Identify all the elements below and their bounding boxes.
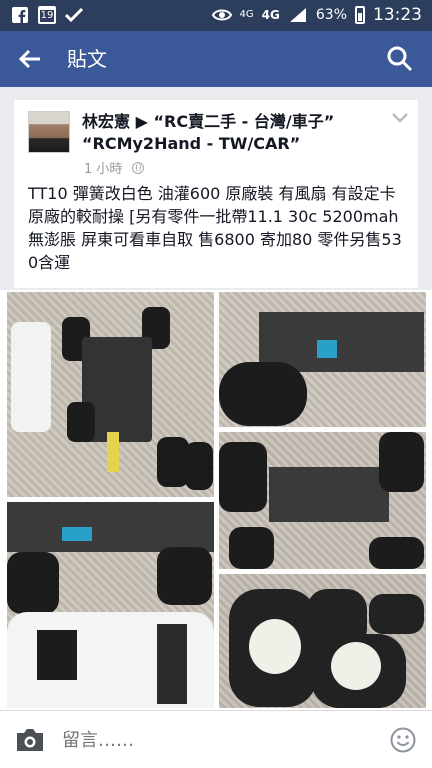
battery-icon: [355, 6, 365, 24]
globe-icon: [132, 161, 145, 174]
photo-1[interactable]: [7, 292, 214, 497]
search-icon[interactable]: [386, 45, 414, 73]
motor-shape: [317, 340, 337, 358]
comment-bar: [0, 710, 432, 768]
network-type-2: 4G: [261, 8, 280, 22]
status-bar: 19 4G 4G 63% 13:23: [0, 0, 432, 31]
back-arrow-icon[interactable]: [16, 45, 44, 73]
photo-2[interactable]: [219, 292, 426, 427]
photo-grid: [0, 290, 432, 710]
chassis-shape: [7, 502, 214, 552]
motor-shape: [62, 527, 92, 541]
wheel-rim-shape: [249, 619, 301, 674]
post-body: TT10 彈簧改白色 油灌600 原廠裝 有風扇 有設定卡 原廠的較耐操 [另有…: [28, 184, 402, 272]
comment-input[interactable]: [62, 724, 362, 756]
smiley-icon[interactable]: [390, 727, 416, 753]
post-meta: 1 小時: [84, 158, 145, 177]
check-icon: [64, 5, 84, 25]
clock: 13:23: [373, 5, 422, 25]
post-card: 林宏憲 ▶ “RC賣二手 - 台灣/車子” “RCMy2Hand - TW/CA…: [14, 100, 418, 288]
chassis-shape: [269, 467, 389, 522]
network-type-1: 4G: [239, 9, 254, 20]
avatar[interactable]: [28, 111, 70, 153]
photo-4[interactable]: [7, 502, 214, 708]
decal-shape: [37, 630, 77, 680]
post-time[interactable]: 1 小時: [84, 158, 122, 177]
decal-shape: [157, 624, 187, 704]
battery-shape: [107, 432, 119, 472]
signal-icon: [288, 5, 308, 25]
tire-shape: [185, 442, 213, 490]
author-name[interactable]: 林宏憲: [82, 112, 130, 131]
tire-shape: [219, 442, 267, 512]
tire-shape: [369, 537, 424, 569]
battery-percent: 63%: [315, 7, 347, 23]
separator-arrow: ▶: [135, 112, 148, 131]
post-header: 林宏憲 ▶ “RC賣二手 - 台灣/車子” “RCMy2Hand - TW/CA…: [82, 111, 392, 155]
calendar-icon: 19: [38, 6, 56, 24]
tire-shape: [157, 547, 212, 605]
camera-icon[interactable]: [14, 727, 46, 753]
photo-3[interactable]: [219, 432, 426, 569]
tire-shape: [67, 402, 95, 442]
facebook-icon: [10, 5, 30, 25]
photo-5[interactable]: [219, 574, 426, 708]
wheel-rim-shape: [331, 642, 381, 690]
tire-shape: [219, 362, 307, 426]
eye-icon: [211, 5, 232, 25]
tire-shape: [229, 527, 274, 569]
tire-shape: [369, 594, 424, 634]
page-title: 貼文: [67, 47, 107, 71]
car-body-shape: [11, 322, 51, 432]
tire-shape: [7, 552, 59, 614]
chevron-down-icon[interactable]: [392, 112, 408, 126]
app-bar: 貼文: [0, 31, 432, 87]
tire-shape: [379, 432, 424, 492]
